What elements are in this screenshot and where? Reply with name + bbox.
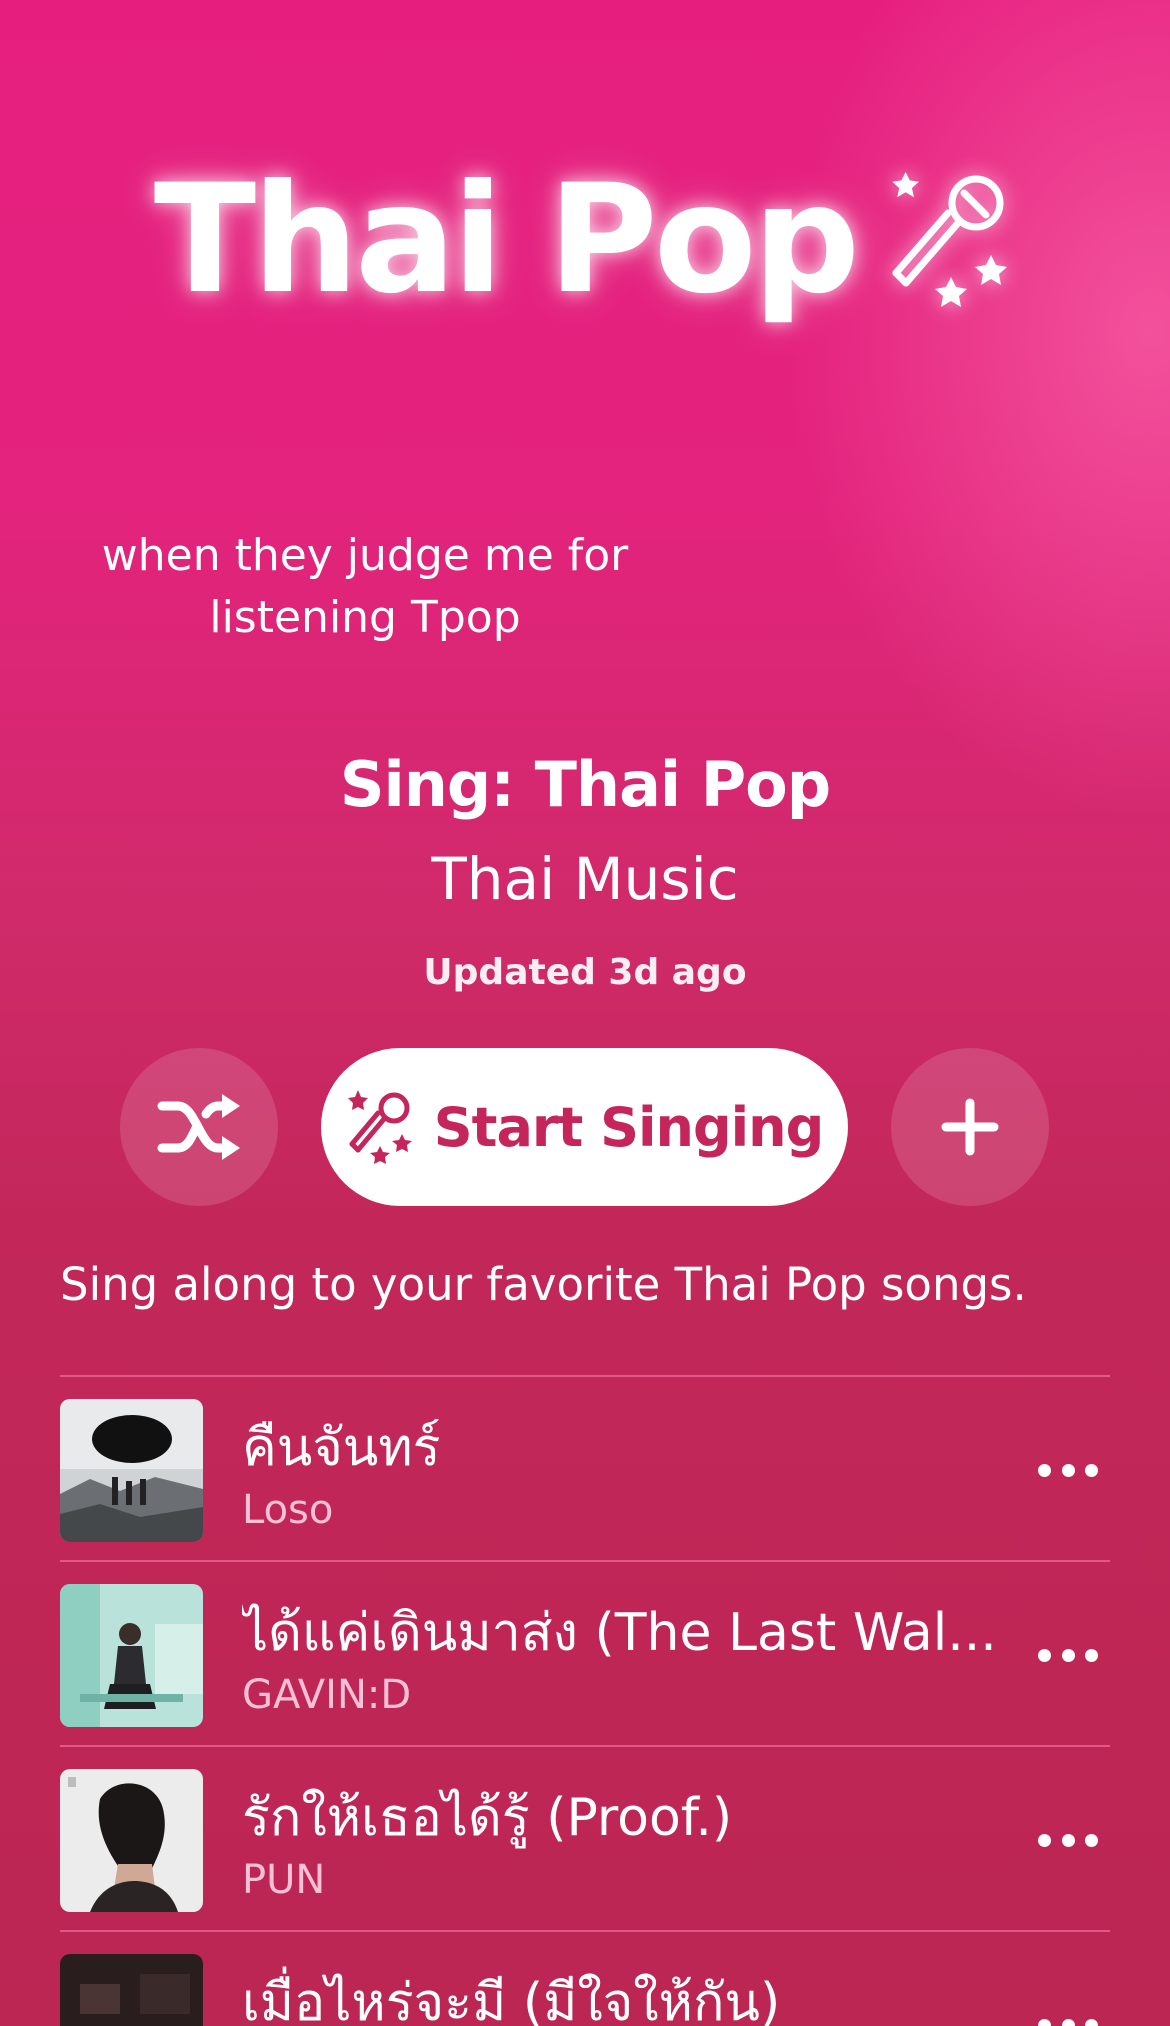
album-art [60,1399,203,1542]
playlist-title: Sing: Thai Pop [339,748,831,821]
track-row[interactable]: เมื่อไหร่จะมี (มีใจให้กัน) [60,1930,1110,2026]
track-artist: Loso [242,1487,334,1533]
track-row[interactable]: ได้แค่เดินมาส่ง (The Last Wal... GAVIN:D [60,1560,1110,1745]
updated-label: Updated 3d ago [423,952,747,993]
track-title: คืนจันทร์ [242,1418,441,1478]
track-row[interactable]: คืนจันทร์ Loso [60,1375,1110,1560]
caption-line-2: listening Tpop [209,592,521,643]
album-art [60,1954,203,2026]
track-title: รักให้เธอได้รู้ (Proof.) [242,1788,733,1848]
ellipsis-icon[interactable] [1038,1640,1098,1670]
curator-link[interactable]: Thai Music [0,845,1170,913]
track-title: เมื่อไหร่จะมี (มีใจให้กัน) [242,1973,781,2026]
album-art [60,1584,203,1727]
track-list: คืนจันทร์ Loso ได้แค่เดินมาส่ง (The Last… [60,1375,1110,2026]
microphone-stars-icon [347,1090,412,1164]
track-title: ได้แค่เดินมาส่ง (The Last Wal... [242,1603,997,1663]
shuffle-button[interactable] [120,1048,278,1206]
microphone-stars-icon [892,172,1008,307]
playlist-description: Sing along to your favorite Thai Pop son… [60,1258,1027,1311]
track-artist: PUN [242,1857,326,1903]
add-to-library-button[interactable] [891,1048,1049,1206]
start-singing-button[interactable]: Start Singing [321,1048,848,1206]
caption-line-1: when they judge me for [101,530,629,581]
hero-title-row: Thai Pop [0,165,1170,315]
ellipsis-icon[interactable] [1038,1455,1098,1485]
ellipsis-icon[interactable] [1038,2010,1098,2026]
album-art [60,1769,203,1912]
start-singing-label: Start Singing [433,1095,824,1159]
ellipsis-icon[interactable] [1038,1825,1098,1855]
track-artist: GAVIN:D [242,1672,412,1718]
meme-caption: when they judge me for listening Tpop [80,525,650,649]
hero-banner: Thai Pop when they judge me for listenin… [0,0,1170,720]
shuffle-icon [157,1094,240,1160]
track-row[interactable]: รักให้เธอได้รู้ (Proof.) PUN [60,1745,1110,1930]
hero-title: Thai Pop [153,153,860,327]
plus-icon [941,1098,999,1156]
